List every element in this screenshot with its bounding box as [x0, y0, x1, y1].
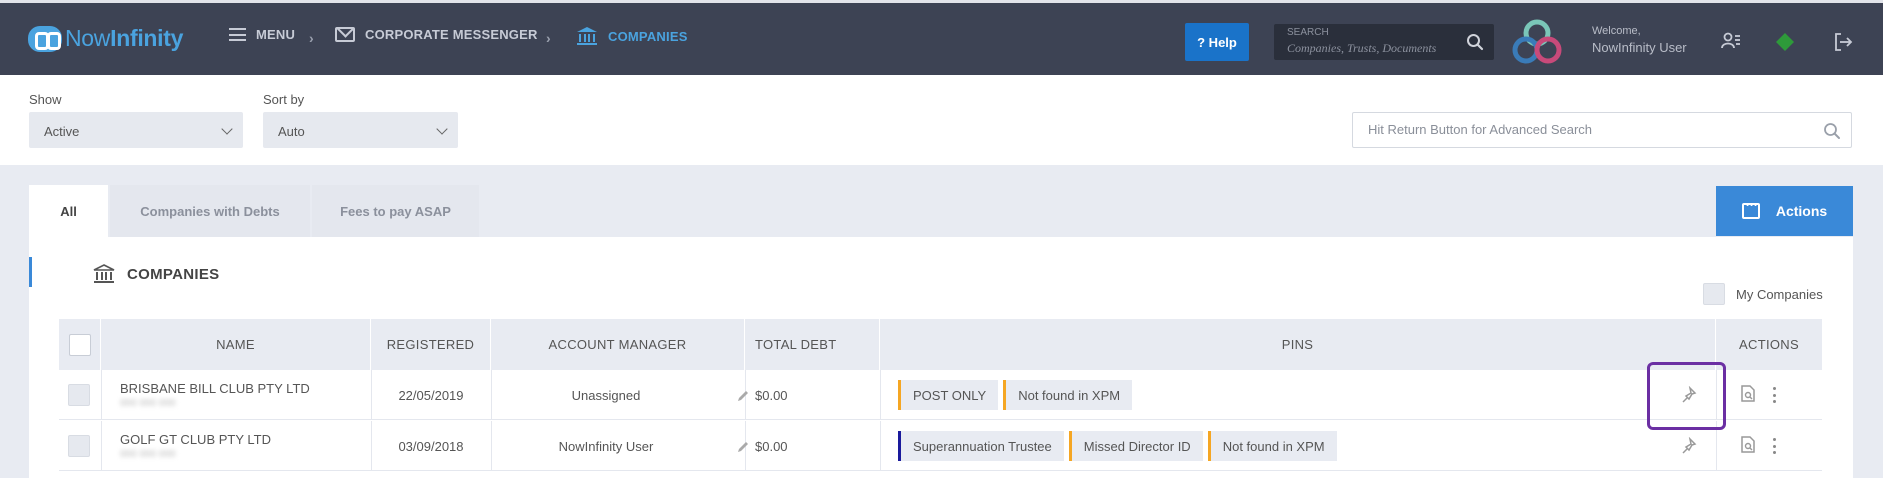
filter-bar: Show Active Sort by Auto [0, 75, 1883, 165]
registered-date: 03/09/2018 [398, 438, 464, 454]
account-manager: NowInfinity User [558, 438, 654, 454]
section-accent-bar [29, 257, 32, 287]
table-row[interactable]: BRISBANE BILL CLUB PTY LTD 000 000 000 2… [59, 370, 1822, 420]
top-navigation-bar: Now Infinity MENU › CORPORATE MESSENGER ›… [0, 0, 1883, 75]
welcome-text: Welcome, [1592, 25, 1641, 37]
document-search-icon[interactable] [1739, 436, 1757, 454]
column-header-actions: ACTIONS [1739, 337, 1799, 352]
annotation-highlight-box [1647, 362, 1726, 430]
envelope-icon [335, 27, 355, 42]
column-header-registered[interactable]: REGISTERED [371, 319, 491, 370]
pencil-icon[interactable] [736, 440, 750, 454]
hamburger-icon [229, 28, 246, 41]
company-name[interactable]: GOLF GT CLUB PTY LTD [120, 432, 271, 447]
user-card-icon[interactable] [1720, 31, 1742, 53]
registered-date: 22/05/2019 [398, 387, 464, 403]
my-companies-checkbox[interactable] [1703, 283, 1725, 305]
chevron-down-icon [221, 123, 233, 135]
my-companies-label: My Companies [1736, 286, 1823, 302]
logo-text-infinity: Infinity [110, 25, 184, 51]
select-all-cell [59, 319, 101, 370]
user-name: NowInfinity User [1592, 40, 1687, 55]
companies-nav-label: COMPANIES [608, 28, 688, 44]
global-search-box[interactable]: SEARCH [1274, 24, 1494, 60]
sort-by-select-value: Auto [278, 124, 305, 139]
show-select-value: Active [44, 124, 80, 139]
total-debt: $0.00 [755, 387, 788, 403]
search-icon[interactable] [1466, 33, 1484, 51]
more-box-icon [1741, 198, 1760, 219]
show-select[interactable]: Active [29, 112, 243, 148]
organization-logo-icon [1512, 19, 1562, 64]
actions-button-label: Actions [1775, 203, 1828, 219]
bank-icon [93, 264, 115, 283]
pin-tag: Not found in XPM [1003, 380, 1133, 410]
column-header-total-debt[interactable]: TOTAL DEBT [745, 319, 880, 370]
logout-icon[interactable] [1832, 31, 1854, 53]
pin-tag: Not found in XPM [1207, 431, 1337, 461]
total-debt: $0.00 [755, 438, 788, 454]
pin-tag: Superannuation Trustee [898, 431, 1064, 461]
pencil-icon[interactable] [736, 389, 750, 403]
pin-tag: Missed Director ID [1068, 431, 1203, 461]
row-select-cell [68, 370, 90, 420]
row-checkbox[interactable] [68, 435, 90, 457]
pins-cell: POST ONLY Not found in XPM [898, 370, 1137, 420]
table-row[interactable]: GOLF GT CLUB PTY LTD 000 000 000 03/09/2… [59, 421, 1822, 471]
row-checkbox[interactable] [68, 384, 90, 406]
global-search-label: SEARCH [1287, 27, 1329, 38]
tab-all[interactable]: All [29, 185, 108, 237]
pin-tag: POST ONLY [898, 380, 999, 410]
company-name-cell: BRISBANE BILL CLUB PTY LTD 000 000 000 [120, 370, 310, 420]
company-acn: 000 000 000 [120, 398, 176, 409]
kebab-icon[interactable] [1772, 387, 1776, 403]
actions-button[interactable]: Actions [1716, 186, 1853, 236]
company-name-cell: GOLF GT CLUB PTY LTD 000 000 000 [120, 421, 271, 471]
bank-icon [576, 26, 598, 46]
tab-fees-to-pay-asap[interactable]: Fees to pay ASAP [312, 185, 479, 237]
search-icon[interactable] [1823, 122, 1841, 140]
tab-companies-with-debts[interactable]: Companies with Debts [110, 185, 310, 237]
table-header: NAME REGISTERED ACCOUNT MANAGER TOTAL DE… [59, 319, 1822, 370]
company-name[interactable]: BRISBANE BILL CLUB PTY LTD [120, 381, 310, 396]
document-search-icon[interactable] [1739, 385, 1757, 403]
column-header-pins: PINS [880, 319, 1716, 370]
chevron-down-icon [436, 123, 448, 135]
kebab-icon[interactable] [1772, 438, 1776, 454]
logo-text-now: Now [65, 25, 111, 51]
help-button[interactable]: ? Help [1185, 23, 1249, 61]
sort-by-select[interactable]: Auto [263, 112, 458, 148]
breadcrumb-corporate-messenger[interactable]: CORPORATE MESSENGER [335, 27, 538, 42]
account-manager: Unassigned [571, 387, 641, 403]
menu-label: MENU [256, 27, 296, 42]
companies-card: COMPANIES My Companies NAME REGISTERED A… [29, 237, 1853, 478]
green-diamond-icon[interactable] [1774, 31, 1796, 53]
advanced-search-input[interactable] [1368, 122, 1808, 137]
app-logo[interactable]: Now Infinity [28, 25, 183, 52]
select-all-checkbox[interactable] [68, 333, 91, 356]
breadcrumb-separator: › [546, 30, 551, 46]
my-companies-toggle[interactable]: My Companies [1703, 283, 1823, 305]
column-header-account-manager[interactable]: ACCOUNT MANAGER [491, 319, 745, 370]
advanced-search-field[interactable] [1352, 112, 1852, 148]
pins-cell: Superannuation Trustee Missed Director I… [898, 421, 1342, 471]
corporate-messenger-label: CORPORATE MESSENGER [365, 27, 538, 42]
sort-by-label: Sort by [263, 92, 305, 107]
breadcrumb-separator: › [309, 30, 314, 46]
section-title-text: COMPANIES [127, 265, 220, 283]
company-acn: 000 000 000 [120, 449, 176, 460]
logo-mark-icon [28, 25, 62, 52]
pin-icon[interactable] [1681, 437, 1699, 455]
section-title: COMPANIES [93, 264, 219, 284]
show-label: Show [29, 92, 62, 107]
global-search-input[interactable] [1287, 40, 1457, 56]
column-header-name[interactable]: NAME [101, 319, 371, 370]
breadcrumb-companies[interactable]: COMPANIES [576, 26, 688, 46]
row-select-cell [68, 421, 90, 471]
menu-button[interactable]: MENU [229, 27, 295, 42]
